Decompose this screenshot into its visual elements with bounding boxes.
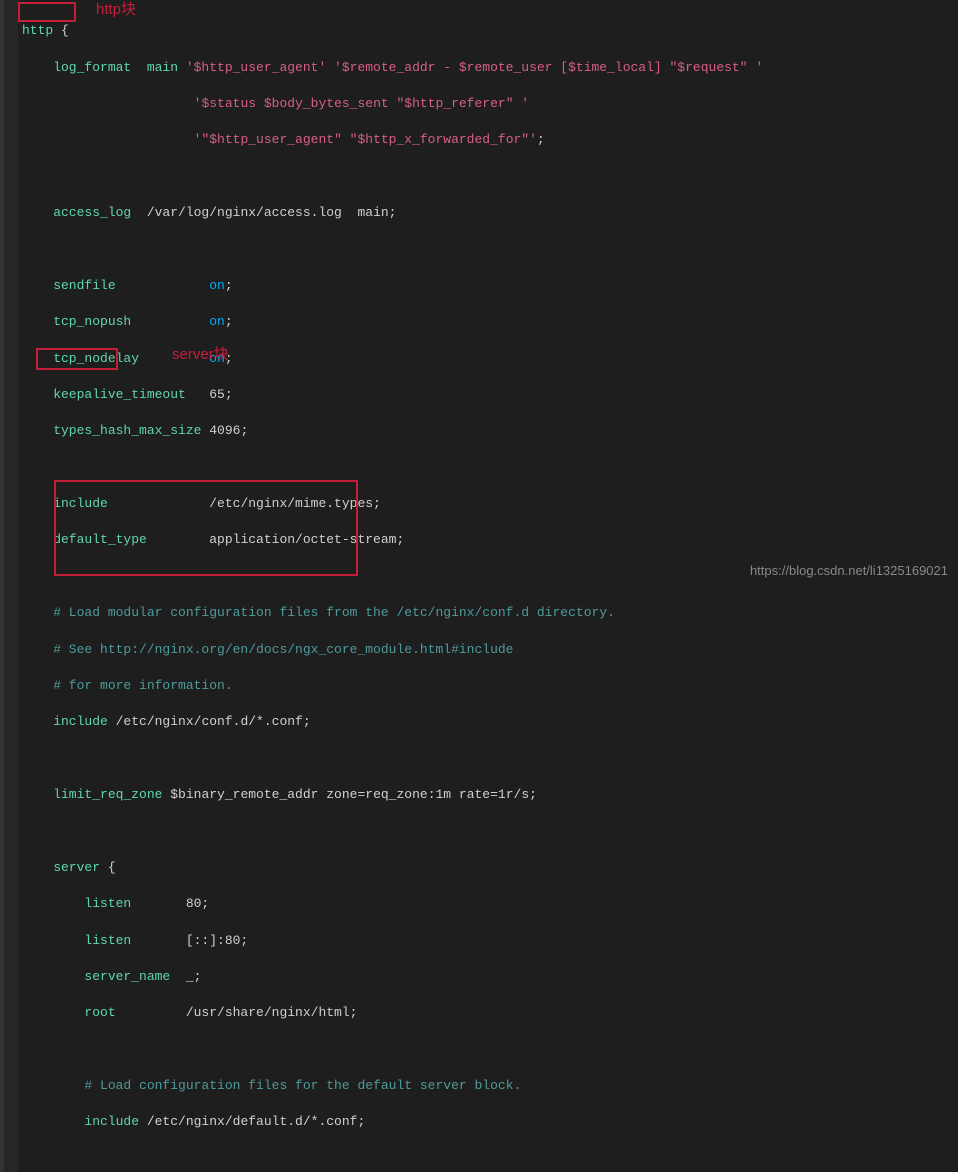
kw-server: server: [22, 860, 108, 875]
kw-http: http: [22, 23, 61, 38]
code-editor: http { log_format main '$http_user_agent…: [0, 0, 958, 1172]
annotation-label-server: server块: [172, 344, 229, 365]
watermark: https://blog.csdn.net/li1325169021: [750, 562, 948, 580]
annotation-label-http: http块: [96, 0, 136, 20]
gutter: [4, 0, 18, 1172]
code-block: http { log_format main '$http_user_agent…: [4, 4, 958, 1172]
